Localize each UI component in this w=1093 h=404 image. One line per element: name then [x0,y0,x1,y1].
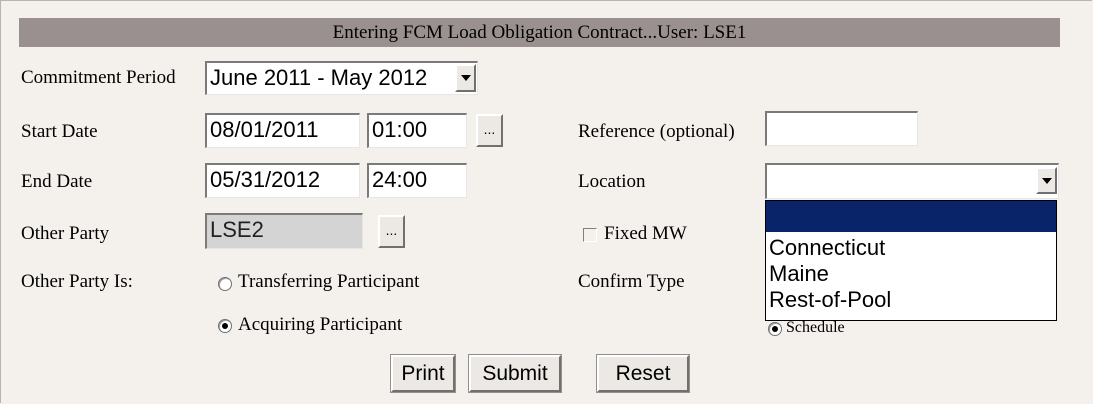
start-time-field[interactable]: 01:00 [367,113,467,148]
schedule-radio[interactable] [768,322,782,336]
location-dropdown-list[interactable]: Connecticut Maine Rest-of-Pool [765,200,1057,321]
commitment-period-select[interactable]: June 2011 - May 2012 [205,61,478,95]
print-button[interactable]: Print [390,354,456,393]
start-date-field[interactable]: 08/01/2011 [205,113,360,148]
fixed-mw-label: Fixed MW [604,223,687,244]
fixed-mw-checkbox[interactable] [583,228,597,242]
end-date-label: End Date [21,171,93,192]
location-option-connecticut[interactable]: Connecticut [766,235,1056,261]
end-date-field[interactable]: 05/31/2012 [205,163,360,198]
start-date-picker-button[interactable]: ... [476,114,503,147]
chevron-down-icon[interactable] [455,64,476,92]
other-party-field: LSE2 [205,213,363,249]
start-date-label: Start Date [21,121,98,142]
location-option-rest-of-pool[interactable]: Rest-of-Pool [766,287,1056,313]
reference-field[interactable] [765,111,918,146]
location-select[interactable] [765,163,1059,199]
location-option-maine[interactable]: Maine [766,261,1056,287]
end-time-field[interactable]: 24:00 [367,163,467,198]
acquiring-participant-label: Acquiring Participant [238,314,403,335]
location-option-blank[interactable] [766,201,1056,232]
form-title: Entering FCM Load Obligation Contract...… [19,18,1060,47]
location-label: Location [578,171,646,192]
location-value [765,163,1059,199]
other-party-picker-button[interactable]: ... [378,215,405,248]
reference-label: Reference (optional) [578,121,735,142]
transferring-participant-radio[interactable] [218,277,232,291]
other-party-is-label: Other Party Is: [21,271,133,292]
other-party-label: Other Party [21,223,110,244]
submit-button[interactable]: Submit [468,354,562,393]
reset-button[interactable]: Reset [596,354,690,393]
commitment-period-value: June 2011 - May 2012 [205,61,478,95]
transferring-participant-label: Transferring Participant [238,271,420,292]
confirm-type-label: Confirm Type [578,271,685,292]
commitment-period-label: Commitment Period [21,67,176,88]
chevron-down-icon[interactable] [1036,167,1057,194]
acquiring-participant-radio[interactable] [218,319,232,333]
